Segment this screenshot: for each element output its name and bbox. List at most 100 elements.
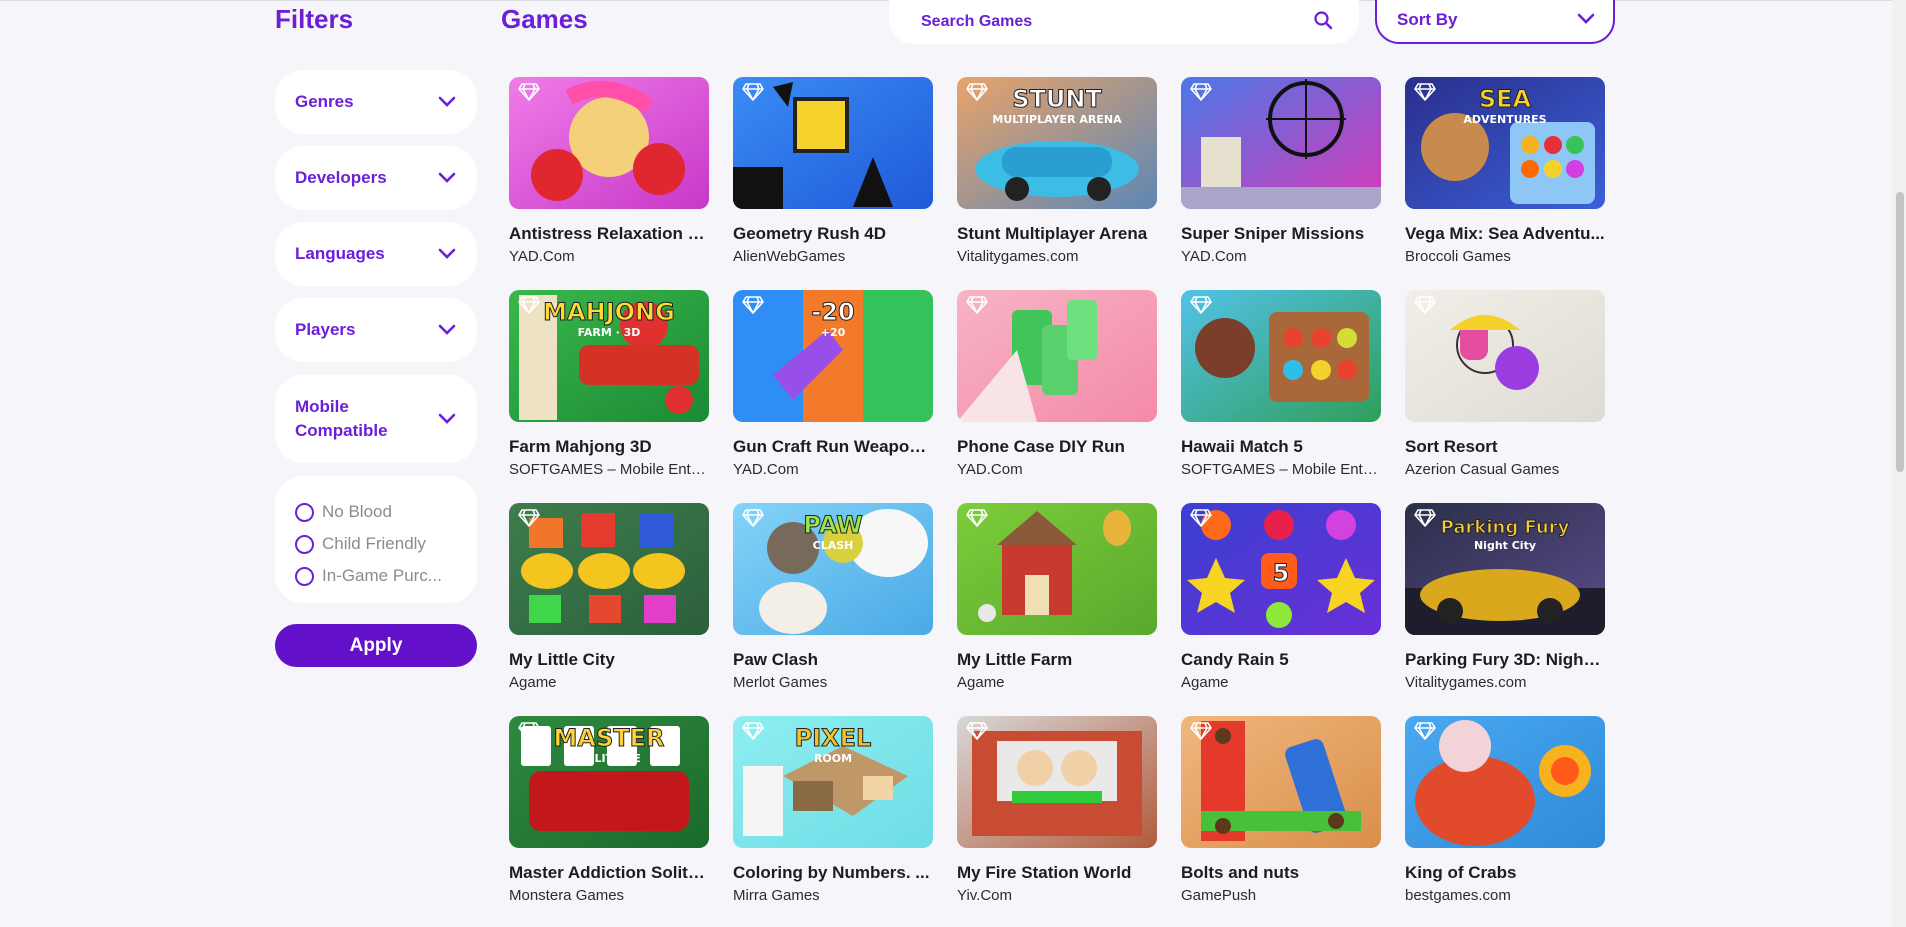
game-card[interactable]: Bolts and nuts GamePush <box>1181 716 1381 904</box>
game-developer: Vitalitygames.com <box>1405 674 1527 691</box>
game-title[interactable]: King of Crabs <box>1405 863 1605 883</box>
game-title[interactable]: Sort Resort <box>1405 437 1605 457</box>
thumbnail-logo-text: MAHJONG <box>543 298 675 326</box>
checkbox-circle[interactable] <box>295 534 314 554</box>
game-title[interactable]: Hawaii Match 5 <box>1181 437 1381 457</box>
game-thumbnail[interactable]: Parking Fury Night City <box>1405 503 1605 635</box>
game-title[interactable]: Phone Case DIY Run <box>957 437 1157 457</box>
sort-by-dropdown[interactable]: Sort By <box>1375 0 1615 44</box>
game-title[interactable]: Vega Mix: Sea Adventu... <box>1405 224 1605 244</box>
game-card[interactable]: Antistress Relaxation Box YAD.Com <box>509 77 709 265</box>
checkbox-circle[interactable] <box>295 566 314 586</box>
check-in-game-purchases[interactable]: In-Game Purc... <box>295 560 457 592</box>
game-developer: YAD.Com <box>957 461 1023 478</box>
game-developer: Vitalitygames.com <box>957 248 1079 265</box>
game-thumbnail[interactable]: PAW CLASH <box>733 503 933 635</box>
game-title[interactable]: Paw Clash <box>733 650 933 670</box>
game-card[interactable]: Parking Fury Night City Parking Fury 3D: … <box>1405 503 1605 691</box>
game-title[interactable]: Parking Fury 3D: Night ... <box>1405 650 1605 670</box>
filter-mobile-compatible[interactable]: Mobile Compatible <box>275 375 477 463</box>
game-thumbnail[interactable]: PIXEL ROOM <box>733 716 933 848</box>
chevron-down-icon <box>437 168 457 188</box>
filter-developers-label: Developers <box>295 168 387 187</box>
game-card[interactable]: PIXEL ROOM Coloring by Numbers. ... Mirra… <box>733 716 933 904</box>
game-thumbnail[interactable]: -20 +20 <box>733 290 933 422</box>
game-title[interactable]: My Little Farm <box>957 650 1157 670</box>
game-thumbnail[interactable] <box>957 716 1157 848</box>
thumbnail-logo-subtext: MULTIPLAYER ARENA <box>992 113 1122 126</box>
game-card[interactable]: King of Crabs bestgames.com <box>1405 716 1605 904</box>
thumbnail-logo-subtext: ROOM <box>814 752 852 765</box>
game-thumbnail[interactable] <box>1181 290 1381 422</box>
game-card[interactable]: My Fire Station World Yiv.Com <box>957 716 1157 904</box>
filter-genres[interactable]: Genres <box>275 70 477 134</box>
game-thumbnail[interactable]: MAHJONG FARM · 3D <box>509 290 709 422</box>
game-thumbnail[interactable] <box>1181 77 1381 209</box>
game-thumbnail[interactable]: STUNT MULTIPLAYER ARENA <box>957 77 1157 209</box>
checkbox-circle[interactable] <box>295 502 314 522</box>
scrollbar[interactable] <box>1892 0 1906 927</box>
game-developer: Agame <box>957 674 1005 691</box>
check-no-blood[interactable]: No Blood <box>295 496 457 528</box>
diamond-icon <box>1190 83 1212 101</box>
filter-players-label: Players <box>295 320 356 339</box>
game-card[interactable]: Geometry Rush 4D AlienWebGames <box>733 77 933 265</box>
diamond-icon <box>966 83 988 101</box>
game-thumbnail[interactable] <box>957 503 1157 635</box>
game-thumbnail[interactable] <box>1181 716 1381 848</box>
game-card[interactable]: PAW CLASH Paw Clash Merlot Games <box>733 503 933 691</box>
game-card[interactable]: My Little City Agame <box>509 503 709 691</box>
game-developer: Agame <box>509 674 557 691</box>
game-developer: SOFTGAMES – Mobile Enter... <box>1181 461 1381 478</box>
game-card[interactable]: Super Sniper Missions YAD.Com <box>1181 77 1381 265</box>
filter-languages[interactable]: Languages <box>275 222 477 286</box>
diamond-icon <box>1190 296 1212 314</box>
game-title[interactable]: My Little City <box>509 650 709 670</box>
game-title[interactable]: My Fire Station World <box>957 863 1157 883</box>
game-card[interactable]: 5 Candy Rain 5 Agame <box>1181 503 1381 691</box>
game-title[interactable]: Super Sniper Missions <box>1181 224 1381 244</box>
search-icon[interactable] <box>1313 10 1333 35</box>
apply-button[interactable]: Apply <box>275 624 477 667</box>
game-title[interactable]: Coloring by Numbers. ... <box>733 863 933 883</box>
game-thumbnail[interactable] <box>509 77 709 209</box>
game-thumbnail[interactable]: 5 <box>1181 503 1381 635</box>
game-card[interactable]: SEA ADVENTURES Vega Mix: Sea Adventu... B… <box>1405 77 1605 265</box>
check-child-friendly[interactable]: Child Friendly <box>295 528 457 560</box>
game-developer: AlienWebGames <box>733 248 846 265</box>
game-card[interactable]: STUNT MULTIPLAYER ARENA Stunt Multiplayer… <box>957 77 1157 265</box>
scrollbar-thumb[interactable] <box>1896 192 1904 472</box>
diamond-icon <box>1414 722 1436 740</box>
game-title[interactable]: Master Addiction Solita... <box>509 863 709 883</box>
game-title[interactable]: Gun Craft Run Weapon ... <box>733 437 933 457</box>
chevron-down-icon <box>437 320 457 340</box>
game-card[interactable]: -20 +20 Gun Craft Run Weapon ... YAD.Com <box>733 290 933 478</box>
game-card[interactable]: My Little Farm Agame <box>957 503 1157 691</box>
game-card[interactable]: MAHJONG FARM · 3D Farm Mahjong 3D SOFTGAM… <box>509 290 709 478</box>
game-card[interactable]: MASTER SOLITAIRE Master Addiction Solita.… <box>509 716 709 904</box>
game-thumbnail[interactable] <box>733 77 933 209</box>
thumbnail-logo-text: 5 <box>1273 559 1290 587</box>
thumbnail-logo-text: STUNT <box>1012 85 1102 113</box>
game-developer: YAD.Com <box>1181 248 1247 265</box>
game-developer: YAD.Com <box>509 248 575 265</box>
game-title[interactable]: Farm Mahjong 3D <box>509 437 709 457</box>
game-title[interactable]: Candy Rain 5 <box>1181 650 1381 670</box>
game-title[interactable]: Geometry Rush 4D <box>733 224 933 244</box>
filter-developers[interactable]: Developers <box>275 146 477 210</box>
game-thumbnail[interactable] <box>957 290 1157 422</box>
game-card[interactable]: Sort Resort Azerion Casual Games <box>1405 290 1605 478</box>
diamond-icon <box>966 509 988 527</box>
search-input[interactable]: Search Games <box>889 0 1359 44</box>
game-thumbnail[interactable] <box>1405 716 1605 848</box>
game-thumbnail[interactable]: SEA ADVENTURES <box>1405 77 1605 209</box>
game-thumbnail[interactable] <box>1405 290 1605 422</box>
game-card[interactable]: Phone Case DIY Run YAD.Com <box>957 290 1157 478</box>
game-thumbnail[interactable] <box>509 503 709 635</box>
game-thumbnail[interactable]: MASTER SOLITAIRE <box>509 716 709 848</box>
game-card[interactable]: Hawaii Match 5 SOFTGAMES – Mobile Enter.… <box>1181 290 1381 478</box>
game-title[interactable]: Bolts and nuts <box>1181 863 1381 883</box>
game-title[interactable]: Stunt Multiplayer Arena <box>957 224 1157 244</box>
filter-players[interactable]: Players <box>275 298 477 362</box>
game-title[interactable]: Antistress Relaxation Box <box>509 224 709 244</box>
